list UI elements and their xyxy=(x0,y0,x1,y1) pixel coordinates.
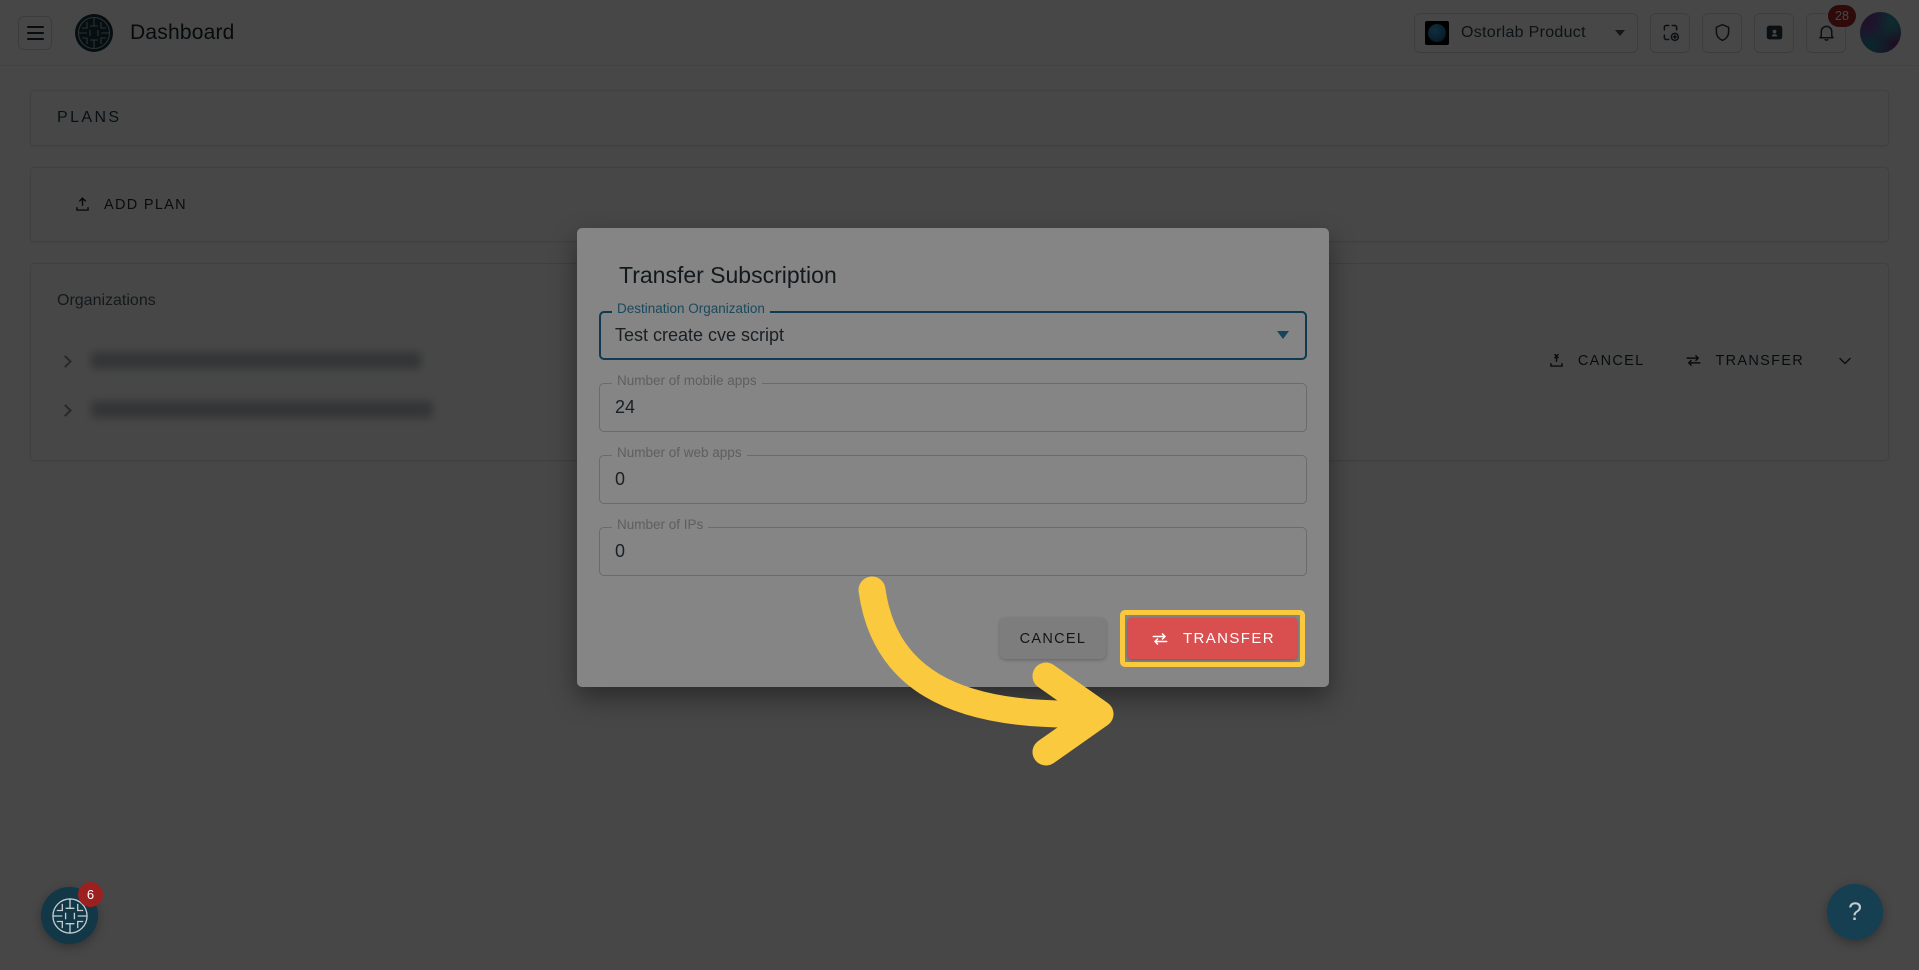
chevron-down-icon[interactable] xyxy=(1277,331,1289,339)
field-value: Test create cve script xyxy=(599,311,1307,360)
dialog-transfer-label: TRANSFER xyxy=(1183,630,1275,647)
number-of-ips-input[interactable]: Number of IPs 0 xyxy=(599,527,1307,576)
field-value: 24 xyxy=(599,383,1307,432)
field-value: 0 xyxy=(599,455,1307,504)
field-label: Number of web apps xyxy=(612,446,747,460)
dialog-title: Transfer Subscription xyxy=(599,262,1307,289)
dialog-transfer-button[interactable]: TRANSFER xyxy=(1128,618,1297,659)
destination-organization-select[interactable]: Destination Organization Test create cve… xyxy=(599,311,1307,360)
number-of-mobile-apps-input[interactable]: Number of mobile apps 24 xyxy=(599,383,1307,432)
swap-arrows-icon xyxy=(1150,629,1170,649)
app-root: Dashboard Ostorlab Product xyxy=(0,0,1919,970)
fab-badge: 6 xyxy=(78,882,103,907)
transfer-subscription-dialog: Transfer Subscription Destination Organi… xyxy=(577,228,1329,687)
help-button[interactable]: ? xyxy=(1827,884,1883,940)
field-label: Number of mobile apps xyxy=(612,374,762,388)
dialog-cancel-button[interactable]: CANCEL xyxy=(1000,618,1106,659)
field-value: 0 xyxy=(599,527,1307,576)
help-label: ? xyxy=(1848,898,1862,927)
number-of-web-apps-input[interactable]: Number of web apps 0 xyxy=(599,455,1307,504)
dialog-actions: CANCEL TRANSFER xyxy=(599,610,1307,667)
field-label: Destination Organization xyxy=(612,302,770,316)
field-label: Number of IPs xyxy=(612,518,708,532)
transfer-button-highlight: TRANSFER xyxy=(1120,610,1305,667)
ostorlab-fab-logo[interactable]: 6 xyxy=(41,887,98,944)
